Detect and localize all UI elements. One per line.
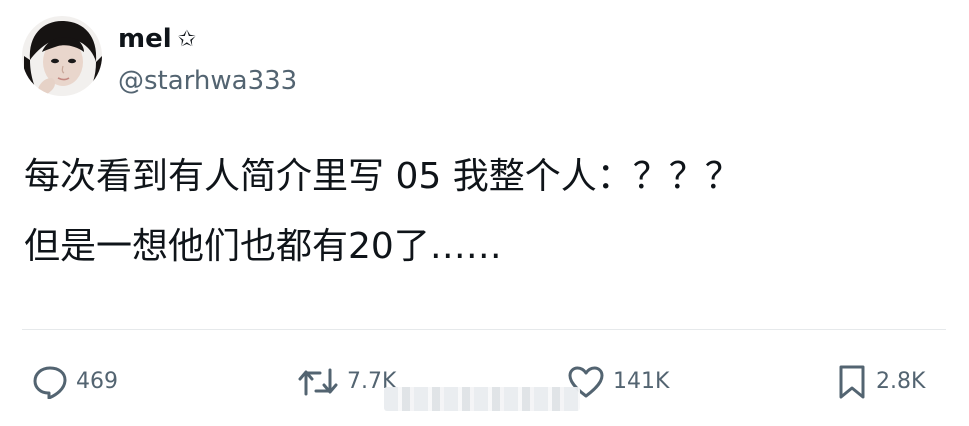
- avatar[interactable]: [22, 16, 102, 96]
- reply-button[interactable]: 469: [32, 360, 118, 404]
- divider: [22, 329, 946, 330]
- like-button[interactable]: 141K: [567, 360, 669, 404]
- bookmark-button[interactable]: 2.8K: [836, 360, 925, 404]
- bookmark-count: 2.8K: [876, 369, 926, 394]
- author-name-row[interactable]: mel ✩: [118, 24, 196, 54]
- display-name[interactable]: mel: [118, 24, 172, 54]
- tweet-card: mel ✩ @starhwa333 每次看到有人简介里写 05 我整个人：？？？…: [0, 0, 969, 426]
- reply-icon: [33, 366, 67, 399]
- author-handle[interactable]: @starhwa333: [118, 66, 297, 96]
- retweet-icon: [298, 368, 338, 396]
- tweet-text: 每次看到有人简介里写 05 我整个人：？？？ 但是一想他们也都有20了……: [24, 142, 741, 282]
- tweet-text-line: 但是一想他们也都有20了……: [24, 226, 502, 267]
- bookmark-icon: [839, 365, 865, 399]
- reply-count: 469: [76, 369, 118, 394]
- like-count: 141K: [613, 369, 670, 394]
- watermark-overlay: [384, 387, 580, 411]
- tweet-text-line: 每次看到有人简介里写 05 我整个人：？？？: [24, 156, 741, 197]
- star-outline-icon: ✩: [177, 27, 197, 52]
- retweet-button[interactable]: 7.7K: [297, 360, 396, 404]
- avatar-photo: [22, 16, 102, 96]
